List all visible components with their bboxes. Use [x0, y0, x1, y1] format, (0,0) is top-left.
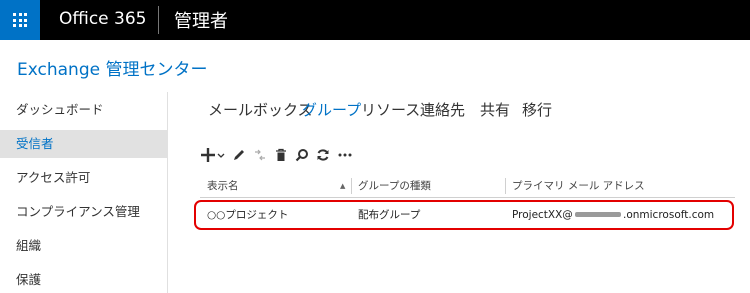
delete-icon[interactable]: [273, 145, 289, 165]
cell-email-prefix: ProjectXX@: [512, 209, 573, 221]
search-icon[interactable]: [294, 145, 310, 165]
column-header-display-name[interactable]: 表示名: [207, 174, 239, 198]
column-separator[interactable]: [505, 178, 506, 194]
nav-item-organization[interactable]: 組織: [0, 232, 168, 260]
topbar-divider: [158, 6, 159, 34]
tab-contacts[interactable]: 連絡先: [420, 99, 465, 120]
add-icon[interactable]: [201, 145, 227, 165]
redacted-text: [575, 212, 621, 217]
table-header: 表示名 ▲ グループの種類 プライマリ メール アドレス: [200, 174, 735, 198]
sort-ascending-icon: ▲: [340, 182, 346, 190]
cell-group-type: 配布グループ: [358, 209, 421, 221]
move-icon[interactable]: [252, 145, 268, 165]
column-header-primary-email[interactable]: プライマリ メール アドレス: [512, 174, 645, 198]
app-launcher-icon[interactable]: [0, 0, 40, 40]
top-bar: Office 365 管理者: [0, 0, 750, 40]
cell-email-suffix: .onmicrosoft.com: [623, 209, 715, 221]
column-separator[interactable]: [351, 178, 352, 194]
tab-resources[interactable]: リソース: [361, 99, 420, 120]
table-row[interactable]: ○○プロジェクト 配布グループ ProjectXX@ .onmicrosoft.…: [194, 200, 735, 230]
left-nav: ダッシュボード 受信者 アクセス許可 コンプライアンス管理 組織 保護: [0, 92, 168, 293]
nav-item-compliance[interactable]: コンプライアンス管理: [0, 198, 168, 226]
nav-item-permissions[interactable]: アクセス許可: [0, 164, 168, 192]
more-icon[interactable]: [337, 145, 353, 165]
tab-groups[interactable]: グループ: [302, 99, 361, 120]
tab-migration[interactable]: 移行: [522, 99, 552, 120]
tab-sharing[interactable]: 共有: [480, 99, 510, 120]
page-title: Exchange 管理センター: [17, 60, 208, 80]
column-header-group-type[interactable]: グループの種類: [358, 174, 431, 198]
app-name[interactable]: Office 365: [59, 9, 146, 29]
nav-item-protection[interactable]: 保護: [0, 266, 168, 293]
nav-item-dashboard[interactable]: ダッシュボード: [0, 96, 168, 124]
cell-display-name: ○○プロジェクト: [207, 209, 289, 221]
section-title: 管理者: [174, 11, 228, 32]
edit-icon[interactable]: [231, 145, 247, 165]
nav-item-recipients[interactable]: 受信者: [0, 130, 168, 158]
tab-mailboxes[interactable]: メールボックス: [208, 99, 313, 120]
refresh-icon[interactable]: [315, 145, 331, 165]
